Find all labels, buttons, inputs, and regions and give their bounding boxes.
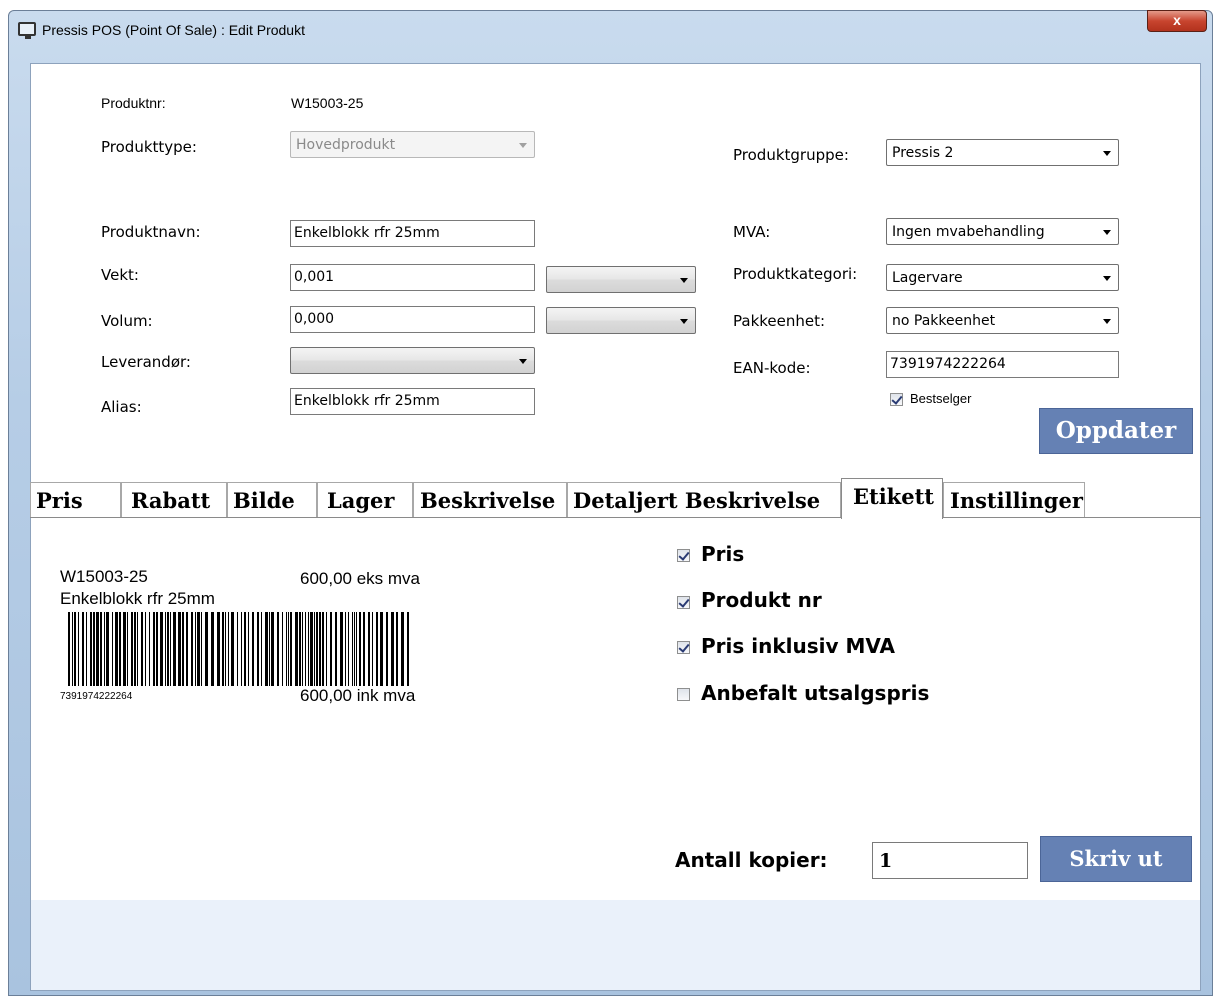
label-price-ex: 600,00 eks mva <box>300 569 421 588</box>
vekt-unit-dropdown[interactable] <box>546 266 696 293</box>
pakkeenhet-label: Pakkeenhet: <box>733 312 826 330</box>
footer-band <box>31 900 1200 990</box>
barcode-image <box>68 612 409 686</box>
produktnavn-label: Produktnavn: <box>101 223 201 241</box>
produktkategori-label: Produktkategori: <box>733 265 858 283</box>
ean-field[interactable]: 7391974222264 <box>886 351 1119 378</box>
label-produktnr: W15003-25 <box>60 567 148 586</box>
mva-label: MVA: <box>733 223 771 241</box>
produktgruppe-value: Pressis 2 <box>892 145 954 161</box>
oppdater-button[interactable]: Oppdater <box>1039 408 1193 454</box>
close-button[interactable]: x <box>1147 10 1207 32</box>
tab-bilde[interactable]: Bilde <box>227 482 317 518</box>
app-monitor-icon <box>18 22 36 39</box>
volum-unit-dropdown[interactable] <box>546 307 696 334</box>
volum-label: Volum: <box>101 312 153 330</box>
chevron-down-icon <box>519 143 527 148</box>
option-anbefalt-utsalgspris-label: Anbefalt utsalgspris <box>701 681 930 705</box>
chevron-down-icon <box>1103 319 1111 324</box>
bestselger-label: Bestselger <box>910 391 972 406</box>
chevron-down-icon <box>680 278 688 283</box>
chevron-down-icon <box>519 359 527 364</box>
tab-instillinger[interactable]: Instillinger <box>943 482 1085 518</box>
tab-beskrivelse[interactable]: Beskrivelse <box>413 482 567 518</box>
produktnr-value: W15003-25 <box>291 95 364 111</box>
antall-kopier-label: Antall kopier: <box>675 848 828 872</box>
produktkategori-value: Lagervare <box>892 270 963 286</box>
vekt-label: Vekt: <box>101 266 139 284</box>
vekt-field[interactable]: 0,001 <box>290 264 535 291</box>
tab-pris[interactable]: Pris <box>30 482 121 518</box>
mva-dropdown[interactable]: Ingen mvabehandling <box>886 218 1119 245</box>
leverandor-dropdown[interactable] <box>290 347 535 374</box>
produktnr-label: Produktnr: <box>101 95 166 111</box>
produktgruppe-label: Produktgruppe: <box>733 146 849 164</box>
window-title: Pressis POS (Point Of Sale) : Edit Produ… <box>42 22 305 38</box>
ean-label: EAN-kode: <box>733 359 811 377</box>
skriv-ut-button[interactable]: Skriv ut <box>1040 836 1192 882</box>
option-produkt-nr-checkbox[interactable] <box>677 596 690 609</box>
produktkategori-dropdown[interactable]: Lagervare <box>886 264 1119 291</box>
pakkeenhet-dropdown[interactable]: no Pakkeenhet <box>886 307 1119 334</box>
antall-kopier-field[interactable]: 1 <box>872 842 1028 879</box>
chevron-down-icon <box>1103 151 1111 156</box>
option-anbefalt-utsalgspris-checkbox[interactable] <box>677 688 690 701</box>
tab-detaljert-beskrivelse[interactable]: Detaljert Beskrivelse <box>567 482 841 518</box>
option-pris-inkl-mva-label: Pris inklusiv MVA <box>701 634 895 658</box>
leverandor-label: Leverandør: <box>101 353 191 371</box>
produkttype-dropdown[interactable]: Hovedprodukt <box>290 131 535 158</box>
mva-value: Ingen mvabehandling <box>892 224 1045 240</box>
label-name: Enkelblokk rfr 25mm <box>60 589 215 608</box>
tab-etikett[interactable]: Etikett <box>841 478 943 519</box>
volum-field[interactable]: 0,000 <box>290 306 535 333</box>
pakkeenhet-value: no Pakkeenhet <box>892 313 996 329</box>
chevron-down-icon <box>680 319 688 324</box>
produkttype-value: Hovedprodukt <box>296 137 396 153</box>
option-pris-label: Pris <box>701 542 745 566</box>
alias-label: Alias: <box>101 398 142 416</box>
option-produkt-nr-label: Produkt nr <box>701 588 822 612</box>
label-price-inc: 600,00 ink mva <box>300 686 416 705</box>
tab-rabatt[interactable]: Rabatt <box>121 482 227 518</box>
produkttype-label: Produkttype: <box>101 138 197 156</box>
app-window: Pressis POS (Point Of Sale) : Edit Produ… <box>0 0 1217 999</box>
tab-divider <box>30 517 1201 518</box>
option-pris-inkl-mva-checkbox[interactable] <box>677 641 690 654</box>
tab-lager[interactable]: Lager <box>317 482 413 518</box>
chevron-down-icon <box>1103 276 1111 281</box>
produktgruppe-dropdown[interactable]: Pressis 2 <box>886 139 1119 166</box>
alias-field[interactable]: Enkelblokk rfr 25mm <box>290 388 535 415</box>
chevron-down-icon <box>1103 230 1111 235</box>
label-ean: 7391974222264 <box>60 691 133 702</box>
option-pris-checkbox[interactable] <box>677 549 690 562</box>
bestselger-checkbox[interactable] <box>890 393 903 406</box>
produktnavn-field[interactable]: Enkelblokk rfr 25mm <box>290 220 535 247</box>
